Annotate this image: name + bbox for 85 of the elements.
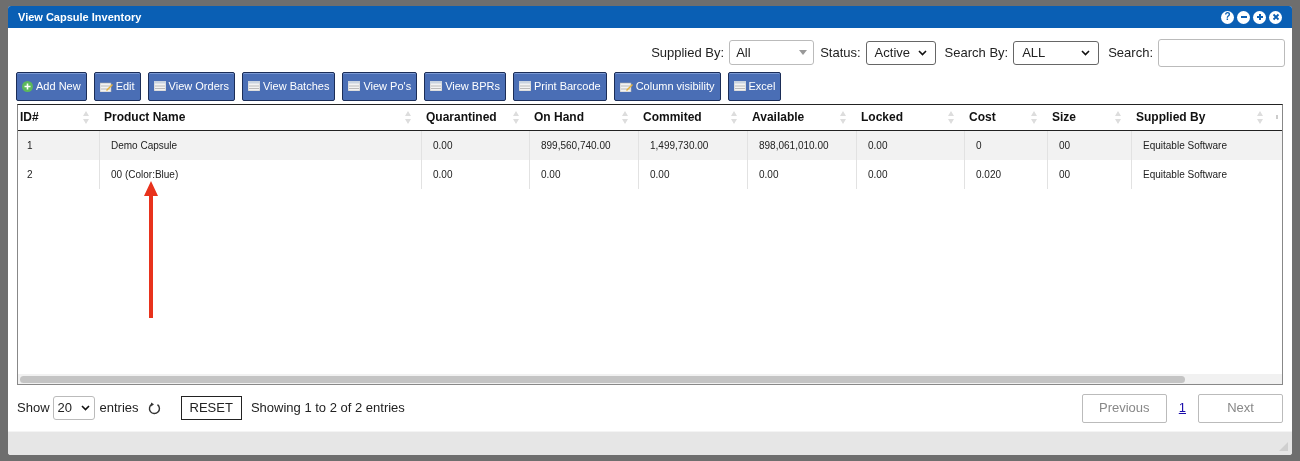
table-cell-text: 0.00 — [868, 167, 888, 182]
table-icon — [247, 81, 260, 92]
toolbar-button[interactable]: Excel — [727, 71, 782, 101]
sort-icon — [1115, 110, 1121, 124]
table-cell-text: 0.00 — [541, 167, 561, 182]
edit-table-icon — [619, 80, 633, 92]
toolbar-button[interactable]: Add New — [16, 71, 87, 101]
sort-icon — [948, 110, 954, 124]
caret-icon — [80, 405, 90, 412]
plus-icon — [22, 80, 33, 92]
toolbar-button[interactable]: View Batches — [241, 71, 336, 101]
table-cell-text: 0 — [976, 138, 982, 153]
sort-icon — [840, 110, 846, 124]
table-cell-text: 0.00 — [759, 167, 779, 182]
caret-icon — [917, 49, 927, 56]
table-cell-text: 0.00 — [433, 138, 453, 153]
table-cell-text: 0.00 — [868, 138, 888, 153]
table-icon — [348, 81, 361, 92]
sort-icon — [83, 110, 89, 124]
edit-table-icon — [99, 80, 113, 92]
toolbar-button[interactable]: Column visibility — [613, 71, 721, 101]
table-cell-text: 00 — [1059, 138, 1071, 153]
minimize-icon[interactable] — [1237, 10, 1250, 24]
reset-button[interactable]: RESET — [180, 396, 242, 421]
table-row[interactable]: 1 Demo Capsule 0.00 899,560,740.00 1,499,730.00 898,061,010.00 0.00 0 00 Equitable Software — [18, 130, 1282, 160]
column-header[interactable]: Product Name — [99, 104, 421, 130]
filter-label: Status: — [820, 44, 861, 63]
table-cell-text: 1 — [27, 138, 33, 153]
toolbar-button[interactable]: Edit — [93, 71, 141, 101]
select-field[interactable]: Active — [865, 40, 936, 65]
table-cell-text: 898,061,010.00 — [759, 138, 829, 153]
table-cell-text: 0.020 — [976, 167, 1002, 182]
sort-icon — [622, 110, 628, 124]
page-size-select[interactable]: 20 — [52, 396, 95, 421]
table-cell-text: Demo Capsule — [111, 138, 178, 153]
filter-label: Supplied By: — [651, 44, 725, 63]
table-icon — [733, 81, 746, 92]
sort-icon — [731, 110, 737, 124]
filter-label: Search By: — [944, 44, 1009, 63]
show-label: Show — [17, 399, 50, 418]
help-button[interactable]: ? — [1221, 10, 1234, 24]
toolbar-button[interactable]: View Po's — [342, 71, 418, 101]
sort-icon — [1031, 110, 1037, 124]
filter-label: Search: — [1108, 44, 1153, 63]
column-header[interactable]: Size — [1047, 104, 1131, 130]
supplier-dropdown[interactable]: All — [729, 40, 815, 66]
column-header[interactable]: Quarantined — [421, 104, 529, 130]
table-cell-text: 899,560,740.00 — [541, 138, 611, 153]
window-title: View Capsule Inventory — [18, 9, 142, 25]
caret-icon — [1081, 49, 1091, 56]
table-cell-text: Equitable Software — [1143, 138, 1227, 153]
table-icon — [153, 81, 166, 92]
toolbar-button[interactable]: View Orders — [147, 71, 235, 101]
column-header[interactable]: ID# — [18, 104, 99, 130]
entries-info: Showing 1 to 2 of 2 entries — [250, 399, 405, 418]
column-header[interactable]: Available — [747, 104, 856, 130]
refresh-icon[interactable] — [147, 401, 161, 415]
table-cell-text: 00 (Color:Blue) — [111, 167, 179, 182]
table-cell-text: Equitable Software — [1143, 167, 1227, 182]
close-icon[interactable] — [1269, 10, 1282, 24]
table-cell-text: 2 — [27, 167, 33, 182]
page-link[interactable]: 1 — [1178, 398, 1186, 418]
table-cell-text: 0.00 — [433, 167, 453, 182]
table-cell-text: 1,499,730.00 — [650, 138, 709, 153]
sort-icon — [405, 110, 411, 124]
toolbar-button[interactable]: View BPRs — [424, 71, 506, 101]
entries-label: entries — [99, 399, 139, 418]
sort-icon — [1257, 110, 1263, 124]
select-field[interactable]: ALL — [1013, 40, 1100, 65]
table-icon — [519, 81, 531, 92]
search-field[interactable] — [1158, 38, 1285, 67]
scrollbar-track[interactable] — [18, 374, 1282, 385]
column-header[interactable]: Supplied By — [1131, 104, 1273, 130]
caret-icon — [799, 50, 808, 56]
toolbar-button[interactable]: Print Barcode — [513, 71, 607, 101]
column-header[interactable]: On Hand — [529, 104, 638, 130]
sort-icon — [513, 110, 519, 124]
scrollbar-thumb[interactable] — [20, 375, 1185, 383]
maximize-icon[interactable] — [1253, 10, 1266, 24]
table-cell-text: 0.00 — [650, 167, 670, 182]
table-cell-text: 00 — [1059, 167, 1071, 182]
column-header[interactable]: Locked — [856, 104, 964, 130]
column-header[interactable]: Commited — [638, 104, 747, 130]
table-icon — [430, 81, 443, 92]
column-header[interactable]: Cost — [964, 104, 1047, 130]
